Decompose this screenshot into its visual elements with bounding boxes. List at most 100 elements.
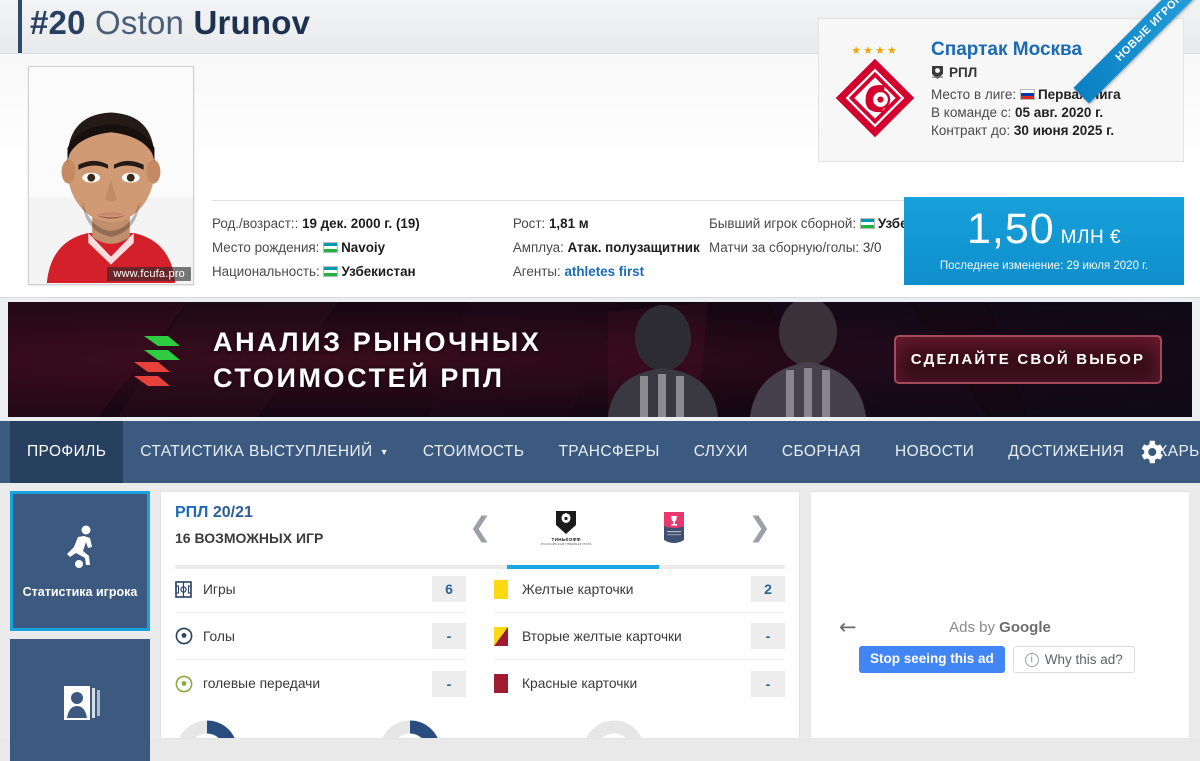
- page-title: #20 Oston Urunov: [30, 4, 310, 42]
- why-this-ad-button[interactable]: i Why this ad?: [1012, 646, 1135, 673]
- second-yellow-card-icon: [494, 626, 522, 646]
- stat-row-goals[interactable]: Голы -: [175, 613, 466, 660]
- shirt-number: #20: [30, 4, 86, 41]
- stat-label-goals: Голы: [203, 628, 235, 644]
- club-row-2-label: Контракт до:: [931, 123, 1011, 138]
- nav-item-transfers-label: ТРАНСФЕРЫ: [558, 443, 660, 460]
- club-league-name[interactable]: РПЛ: [949, 65, 977, 80]
- nav-item-market-value-label: СТОИМОСТЬ: [422, 443, 525, 460]
- tab-russian-cup[interactable]: [641, 504, 707, 550]
- back-arrow-icon[interactable]: ←: [839, 615, 857, 639]
- spartak-moscow-crest-icon[interactable]: [836, 58, 914, 137]
- stat-row-games[interactable]: Игры 6: [175, 566, 466, 613]
- nav-item-achievements[interactable]: ДОСТИЖЕНИЯ: [991, 421, 1141, 483]
- stat-value-goals: -: [432, 623, 466, 649]
- nav-item-national-team[interactable]: СБОРНАЯ: [765, 421, 878, 483]
- competition-season: 20/21: [212, 504, 253, 521]
- nav-item-transfers[interactable]: ТРАНСФЕРЫ: [541, 421, 676, 483]
- stat-value-second-yellow-cards: -: [751, 623, 785, 649]
- gauge-goals-ring: 0: [582, 719, 646, 738]
- stat-label-games: Игры: [203, 581, 236, 597]
- stat-row-second-yellow-cards[interactable]: Вторые желтые карточки -: [494, 613, 785, 660]
- gauge-season-share-ring: 6: [175, 719, 239, 738]
- stat-value-games: 6: [432, 576, 466, 602]
- gauge-goals-value: 0: [582, 719, 646, 738]
- player-stats-panel: РПЛ 20/21 16 ВОЗМОЖНЫХ ИГР ❮ ТИНЬКОФФ РО…: [160, 491, 800, 739]
- detail-birth-value: 19 дек. 2000 г. (19): [302, 216, 420, 231]
- profile-navigation-bar: ПРОФИЛЬ СТАТИСТИКА ВЫСТУПЛЕНИЙ ▼ СТОИМОС…: [0, 421, 1200, 483]
- gauge-minutes-ring: 10: [378, 719, 442, 738]
- detail-caps-goals-value: 3/0: [862, 240, 882, 255]
- nav-item-profile-label: ПРОФИЛЬ: [27, 443, 107, 460]
- stats-column-left: Игры 6 Голы - голевые передачи -: [161, 566, 480, 707]
- tab-tinkoff-rpl[interactable]: ТИНЬКОФФ РОССИЙСКАЯ ПРЕМЬЕР ЛИГА: [533, 504, 599, 550]
- stat-row-assists[interactable]: голевые передачи -: [175, 660, 466, 707]
- detail-birth-label: Род./возраст::: [212, 216, 299, 231]
- gauge-season-share: 6 Процент игр в сезоне: [175, 719, 378, 738]
- stats-column-right: Желтые карточки 2 Вторые желтые карточки…: [480, 566, 799, 707]
- nav-item-performance-stats[interactable]: СТАТИСТИКА ВЫСТУПЛЕНИЙ ▼: [123, 421, 406, 483]
- club-row-0-label: Место в лиге:: [931, 87, 1017, 102]
- detail-birthplace-value: Navoiy: [341, 240, 386, 255]
- nav-item-profile[interactable]: ПРОФИЛЬ: [10, 421, 124, 483]
- profile-header-card: #20 Oston Urunov НОВЫЕ ИГРОКИ www.fcufa.…: [0, 0, 1200, 298]
- pitch-icon: [175, 580, 203, 598]
- google-ads-controls: ← Ads by Google Stop seeing this ad i Wh…: [831, 614, 1169, 673]
- market-value-box[interactable]: 1,50 МЛН € Последнее изменение: 29 июля 2…: [904, 197, 1184, 285]
- advertisement-banner-area: АНАЛИЗ РЫНОЧНЫХ СТОИМОСТЕЙ РПЛ СДЕЛАЙТЕ …: [0, 298, 1200, 421]
- prev-competition-arrow[interactable]: ❮: [469, 514, 492, 541]
- uzbekistan-flag-icon: [859, 218, 875, 229]
- google-wordmark: Google: [999, 618, 1051, 636]
- ball-icon: [175, 627, 203, 645]
- stop-seeing-ad-button[interactable]: Stop seeing this ad: [859, 646, 1005, 673]
- club-row-0: Место в лиге: Первая лига: [931, 87, 1173, 102]
- nav-item-rumours[interactable]: СЛУХИ: [677, 421, 765, 483]
- gear-icon[interactable]: [1136, 437, 1166, 467]
- tm-market-value-banner[interactable]: АНАЛИЗ РЫНОЧНЫХ СТОИМОСТЕЙ РПЛ СДЕЛАЙТЕ …: [8, 302, 1192, 417]
- nav-item-news-label: НОВОСТИ: [895, 443, 975, 460]
- market-value-amount: 1,50: [966, 205, 1055, 253]
- info-icon: i: [1024, 652, 1039, 667]
- stat-row-yellow-cards[interactable]: Желтые карточки 2: [494, 566, 785, 613]
- market-value-last-change: Последнее изменение: 29 июля 2020 г.: [939, 260, 1149, 272]
- tinkoff-rpl-logo-icon: [556, 510, 577, 534]
- nav-item-news[interactable]: НОВОСТИ: [878, 421, 991, 483]
- club-details: Спартак Москва РПЛ Место в лиге: Первая …: [931, 39, 1183, 141]
- detail-nationality-label: Национальность:: [212, 264, 320, 279]
- possible-games-label: 16 ВОЗМОЖНЫХ ИГР: [175, 530, 324, 546]
- detail-position-value: Атак. полузащитник: [567, 240, 700, 255]
- club-league-row: РПЛ: [931, 65, 1173, 80]
- competition-tabs: ❮ ТИНЬКОФФ РОССИЙСКАЯ ПРЕМЬЕР ЛИГА ❯: [455, 504, 785, 550]
- russia-flag-icon: [1019, 89, 1035, 100]
- detail-position-label: Амплуа:: [512, 240, 564, 255]
- uzbekistan-flag-icon: [323, 266, 339, 277]
- stat-value-assists: -: [432, 670, 466, 697]
- google-ads-panel: ← Ads by Google Stop seeing this ad i Wh…: [810, 491, 1190, 739]
- yellow-card-icon: [494, 579, 522, 599]
- player-first-name: Oston: [95, 4, 185, 41]
- banner-cta-button[interactable]: СДЕЛАЙТЕ СВОЙ ВЫБОР: [894, 335, 1162, 384]
- nav-item-market-value[interactable]: СТОИМОСТЬ: [406, 421, 542, 483]
- banner-headline: АНАЛИЗ РЫНОЧНЫХ СТОИМОСТЕЙ РПЛ: [213, 324, 541, 396]
- player-photo: www.fcufa.pro: [28, 66, 194, 285]
- competition-name-row: РПЛ 20/21: [175, 504, 455, 522]
- gauge-goals: 0 голов: [582, 719, 785, 738]
- nav-item-rumours-label: СЛУХИ: [693, 443, 748, 460]
- detail-former-national-label: Бывший игрок сборной:: [708, 216, 857, 231]
- details-column-1: Род./возраст:: 19 дек. 2000 г. (19) Мест…: [212, 212, 513, 284]
- detail-height: Рост: 1,81 м: [513, 212, 709, 236]
- sidebar-item-player-card[interactable]: [10, 639, 150, 761]
- next-competition-arrow[interactable]: ❯: [748, 514, 771, 541]
- club-row-1-label: В команде с:: [931, 105, 1012, 120]
- sidebar-tiles: Статистика игрока: [10, 491, 150, 761]
- google-ads-buttons: Stop seeing this ad i Why this ad?: [831, 646, 1169, 673]
- stat-label-assists: голевые передачи: [203, 676, 321, 691]
- stat-label-yellow-cards: Желтые карточки: [522, 581, 634, 597]
- stat-row-red-cards[interactable]: Красные карточки -: [494, 660, 785, 707]
- stat-label-second-yellow-cards: Вторые желтые карточки: [522, 628, 682, 644]
- nav-item-national-team-label: СБОРНАЯ: [781, 443, 862, 460]
- sidebar-item-player-stats[interactable]: Статистика игрока: [10, 491, 150, 631]
- banner-player-silhouette-right: [750, 302, 866, 417]
- detail-height-value: 1,81 м: [548, 216, 589, 231]
- detail-agent-link[interactable]: athletes first: [564, 264, 644, 279]
